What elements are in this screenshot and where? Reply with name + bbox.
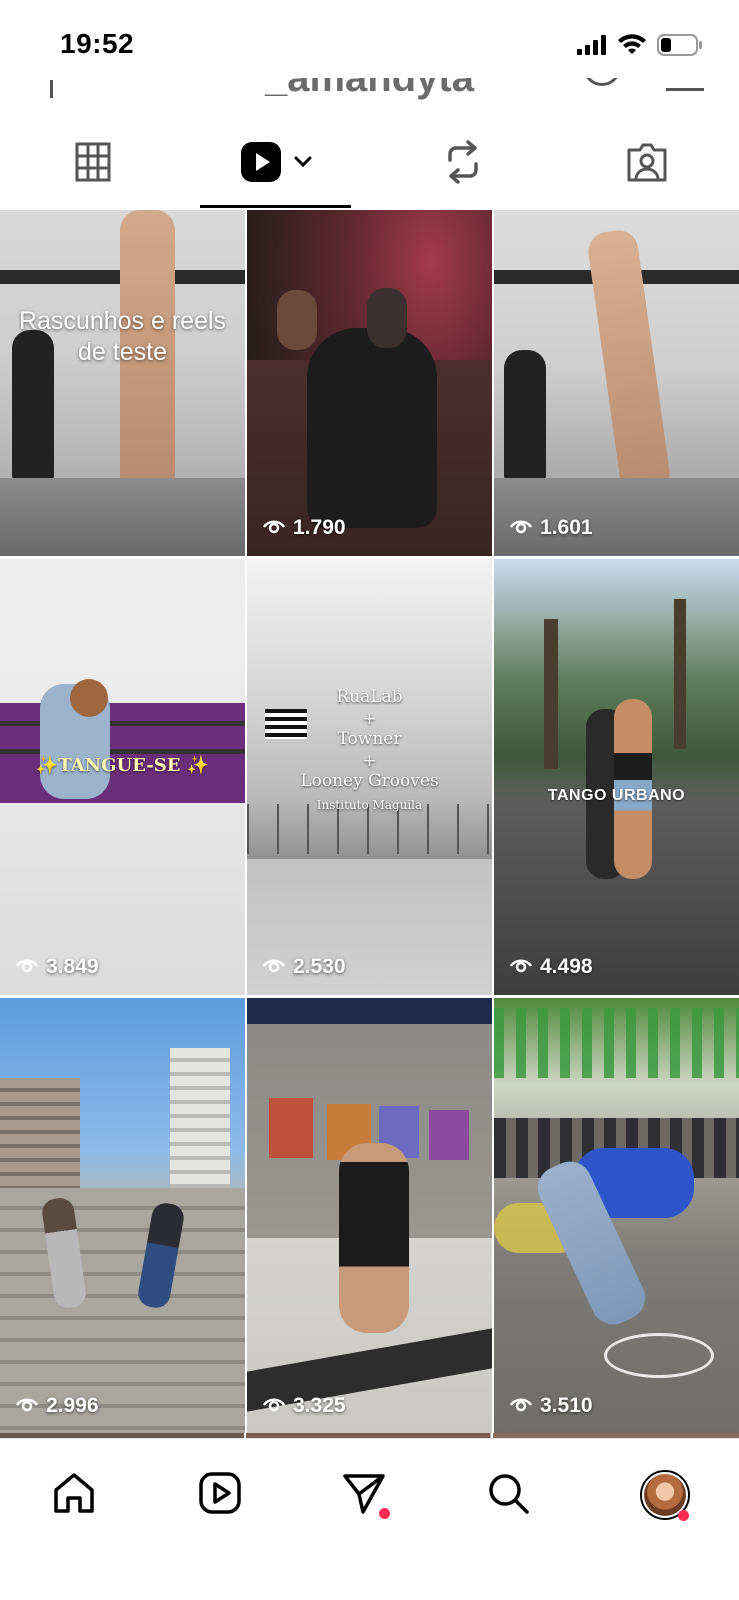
eye-icon: [509, 516, 533, 540]
thumbnail-tree: [544, 619, 558, 769]
reel-overlay-title: Rascunhos e reels de teste: [18, 307, 227, 366]
status-icons: [577, 34, 703, 61]
reels-grid: Rascunhos e reels de teste 1.790 1.601 ✨…: [0, 210, 739, 1438]
tab-grid[interactable]: [0, 120, 185, 208]
thumbnail-poster: [429, 1110, 469, 1160]
menu-icon[interactable]: [666, 88, 704, 91]
thumbnail-floor: [0, 478, 245, 556]
reel-tile-drafts[interactable]: Rascunhos e reels de teste: [0, 210, 245, 556]
thumbnail-building: [0, 1078, 80, 1188]
tab-reels[interactable]: [200, 120, 351, 208]
reel-tile[interactable]: RuaLab + Towner + Looney Grooves Institu…: [247, 559, 492, 995]
reel-views-text: 3.510: [540, 1394, 593, 1417]
reels-icon: [240, 141, 282, 188]
avatar-image: [644, 1474, 686, 1516]
reel-tile[interactable]: 1.790: [247, 210, 492, 556]
reel-tile[interactable]: 1.601: [494, 210, 739, 556]
status-time: 19:52: [60, 28, 135, 59]
notification-dot: [379, 1508, 390, 1519]
reel-views-text: 2.996: [46, 1394, 99, 1417]
thumbnail-tree: [674, 599, 686, 749]
tab-reposts[interactable]: [370, 120, 555, 208]
reel-tile[interactable]: 2.996: [0, 998, 245, 1434]
reel-views-text: 1.790: [293, 516, 346, 539]
rualab-line: RuaLab: [336, 687, 403, 707]
tab-tagged[interactable]: [555, 120, 739, 208]
reel-views-text: 4.498: [540, 955, 593, 978]
thumbnail-ground-mark: [604, 1333, 714, 1378]
thumbnail-figure: [504, 350, 546, 480]
bottom-navigation: [0, 1438, 739, 1600]
repost-icon: [444, 139, 482, 189]
reel-view-count: 4.498: [509, 955, 593, 979]
thumbnail-bar: [0, 749, 245, 754]
reel-view-count: 2.530: [262, 955, 346, 979]
reel-views-text: 3.849: [46, 955, 99, 978]
reel-views-text: 3.325: [293, 1394, 346, 1417]
thumbnail-poster: [269, 1098, 313, 1158]
thumbnail-figure: [70, 679, 108, 717]
grid-icon: [75, 142, 111, 187]
reel-views-text: 1.601: [540, 516, 593, 539]
nav-search[interactable]: [478, 1465, 538, 1525]
profile-tab-bar: [0, 120, 739, 208]
reel-tile[interactable]: 3.325: [247, 998, 492, 1434]
reel-view-count: 1.601: [509, 516, 593, 540]
thumbnail-figure: [367, 288, 407, 348]
eye-icon: [509, 955, 533, 979]
reel-view-count: 3.510: [509, 1394, 593, 1418]
reels-nav-icon: [198, 1471, 242, 1520]
rualab-subtitle: Instituto Maguila: [316, 798, 423, 812]
rualab-line: +: [362, 709, 377, 729]
cellular-signal-icon: [577, 35, 607, 60]
eye-icon: [15, 955, 39, 979]
eye-icon: [15, 1394, 39, 1418]
eye-icon: [509, 1394, 533, 1418]
thumbnail-bunting: [494, 1008, 739, 1078]
reel-overlay-title: TANGO URBANO: [547, 787, 686, 804]
nav-reels[interactable]: [190, 1465, 250, 1525]
thumbnail-figure: [585, 227, 673, 498]
reel-views-text: 2.530: [293, 955, 346, 978]
reel-tile[interactable]: ✨TANGUE-SE ✨ 3.849: [0, 559, 245, 995]
search-icon: [485, 1470, 531, 1521]
nav-profile[interactable]: [635, 1465, 695, 1525]
notification-dot: [678, 1510, 689, 1521]
nav-messages[interactable]: [334, 1465, 394, 1525]
reel-view-count: 3.325: [262, 1394, 346, 1418]
profile-header: _amandyta: [0, 78, 739, 106]
thumbnail-figure: [307, 328, 437, 528]
battery-icon: [657, 34, 703, 61]
rualab-line: +: [362, 751, 377, 771]
reel-view-count: 1.790: [262, 516, 346, 540]
tagged-icon: [625, 140, 669, 189]
profile-username: _amandyta: [265, 78, 474, 100]
wifi-icon: [617, 34, 647, 61]
reel-view-count: 2.996: [15, 1394, 99, 1418]
home-icon: [51, 1470, 97, 1521]
thumbnail-building: [170, 1048, 230, 1188]
chevron-down-icon: [294, 155, 312, 173]
reel-tile[interactable]: 3.510: [494, 998, 739, 1434]
reel-tile[interactable]: TANGO URBANO 4.498: [494, 559, 739, 995]
active-tab-indicator: [200, 205, 351, 208]
rualab-line: Towner: [337, 729, 402, 749]
thumbnail-figure: [277, 290, 317, 350]
eye-icon: [262, 1394, 286, 1418]
nav-home[interactable]: [44, 1465, 104, 1525]
thumbnail-bar: [0, 721, 245, 726]
eye-icon: [262, 516, 286, 540]
eye-icon: [262, 955, 286, 979]
thumbnail-figure: [339, 1143, 409, 1333]
reel-view-count: 3.849: [15, 955, 99, 979]
rualab-line: Looney Grooves: [300, 771, 439, 791]
reel-overlay-title: ✨TANGUE-SE ✨: [35, 755, 210, 776]
